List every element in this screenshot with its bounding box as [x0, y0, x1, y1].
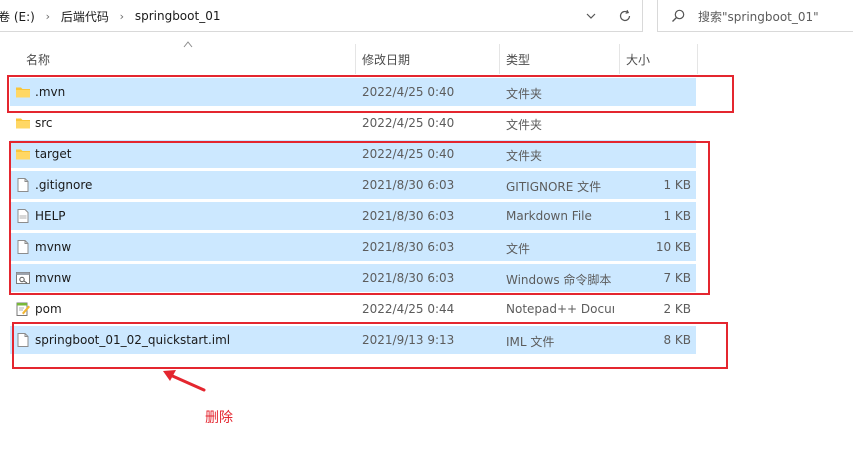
file-name: mvnw — [35, 240, 72, 254]
file-type: 文件夹 — [506, 118, 543, 132]
file-type: 文件夹 — [506, 87, 543, 101]
file-name: src — [35, 116, 53, 130]
file-row[interactable]: target 2022/4/25 0:40 文件夹 — [10, 140, 696, 168]
column-header-type[interactable]: 类型 — [500, 44, 620, 74]
search-box[interactable]: 搜索"springboot_01" — [657, 0, 853, 32]
file-type: GITIGNORE 文件 — [506, 180, 602, 194]
file-date: 2021/8/30 6:03 — [362, 178, 455, 192]
breadcrumb-separator[interactable]: › — [35, 10, 61, 23]
folder-icon — [15, 146, 31, 162]
file-name: pom — [35, 302, 62, 316]
file-icon — [15, 332, 31, 348]
column-header-size[interactable]: 大小 — [620, 44, 698, 74]
file-icon — [15, 177, 31, 193]
breadcrumb-folder[interactable]: 后端代码 — [61, 8, 109, 25]
script-file-icon — [15, 270, 31, 286]
column-header-date[interactable]: 修改日期 — [356, 44, 500, 74]
breadcrumb-separator[interactable]: › — [109, 10, 135, 23]
file-row[interactable]: mvnw 2021/8/30 6:03 文件 10 KB — [10, 233, 696, 261]
file-date: 2021/8/30 6:03 — [362, 240, 455, 254]
file-row[interactable]: mvnw 2021/8/30 6:03 Windows 命令脚本 7 KB — [10, 264, 696, 292]
file-type: Markdown File — [506, 209, 592, 223]
file-row[interactable]: springboot_01_02_quickstart.iml 2021/9/13… — [10, 326, 696, 354]
file-type: 文件夹 — [506, 149, 543, 163]
markdown-file-icon — [15, 208, 31, 224]
file-row[interactable]: pom 2022/4/25 0:44 Notepad++ Document 2 KB — [10, 295, 696, 323]
file-row[interactable]: .gitignore 2021/8/30 6:03 GITIGNORE 文件 1 KB — [10, 171, 696, 199]
file-row[interactable]: src 2022/4/25 0:40 文件夹 — [10, 109, 696, 137]
chevron-down-icon[interactable] — [578, 0, 604, 31]
file-date: 2022/4/25 0:40 — [362, 116, 455, 130]
refresh-icon[interactable] — [610, 0, 640, 31]
file-type: 文件 — [506, 242, 531, 256]
annotation-label: 删除 — [205, 410, 233, 426]
file-name: .gitignore — [35, 178, 93, 192]
file-name: HELP — [35, 209, 66, 223]
file-size: 8 KB — [663, 333, 691, 347]
search-icon — [670, 8, 686, 24]
file-type: Windows 命令脚本 — [506, 273, 612, 287]
breadcrumb-current[interactable]: springboot_01 — [135, 9, 221, 23]
notepad-file-icon — [15, 301, 31, 317]
breadcrumb-drive[interactable]: 卷 (E:) — [0, 8, 35, 25]
file-row[interactable]: HELP 2021/8/30 6:03 Markdown File 1 KB — [10, 202, 696, 230]
file-name: springboot_01_02_quickstart.iml — [35, 333, 231, 347]
arrow-icon — [163, 370, 206, 392]
toolbar: 卷 (E:) › 后端代码 › springboot_01 搜索"springb… — [0, 0, 853, 32]
file-size: 1 KB — [663, 209, 691, 223]
file-date: 2021/9/13 9:13 — [362, 333, 455, 347]
breadcrumb: 卷 (E:) › 后端代码 › springboot_01 — [0, 8, 220, 24]
file-name: target — [35, 147, 72, 161]
file-icon — [15, 239, 31, 255]
file-size: 1 KB — [663, 178, 691, 192]
file-date: 2022/4/25 0:40 — [362, 147, 455, 161]
search-input[interactable]: 搜索"springboot_01" — [698, 8, 819, 25]
file-date: 2021/8/30 6:03 — [362, 271, 455, 285]
file-row[interactable]: .mvn 2022/4/25 0:40 文件夹 — [10, 78, 696, 106]
file-date: 2022/4/25 0:44 — [362, 302, 455, 316]
folder-icon — [15, 84, 31, 100]
file-size: 2 KB — [663, 302, 691, 316]
file-type: IML 文件 — [506, 335, 555, 349]
file-size: 10 KB — [655, 240, 691, 254]
folder-icon — [15, 115, 31, 131]
file-type: Notepad++ Document — [506, 302, 614, 316]
column-headers: 名称 修改日期 类型 大小 — [0, 44, 853, 74]
file-date: 2021/8/30 6:03 — [362, 209, 455, 223]
file-size: 7 KB — [663, 271, 691, 285]
file-name: .mvn — [35, 85, 66, 99]
file-date: 2022/4/25 0:40 — [362, 85, 455, 99]
file-name: mvnw — [35, 271, 72, 285]
address-bar[interactable]: 卷 (E:) › 后端代码 › springboot_01 — [0, 0, 643, 32]
column-header-name[interactable]: 名称 — [20, 44, 356, 74]
